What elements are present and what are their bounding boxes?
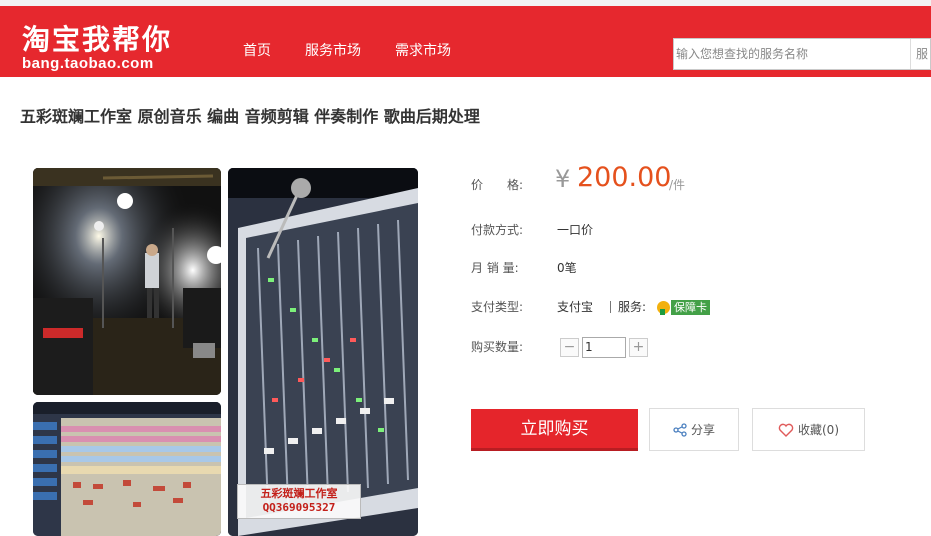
- pay-method-value: 一口价: [557, 223, 594, 237]
- pay-type-label: 支付类型:: [471, 300, 524, 314]
- quantity-label: 购买数量:: [471, 340, 524, 354]
- search-button[interactable]: 服: [910, 39, 931, 69]
- service-label: 服务:: [618, 300, 647, 314]
- separator: [610, 301, 611, 313]
- site-header: 淘宝我帮你 bang.taobao.com 首页 服务市场 需求市场 服: [0, 6, 931, 77]
- nav-item-service-market[interactable]: 服务市场: [305, 42, 361, 60]
- logo-text[interactable]: 淘宝我帮你: [22, 25, 172, 55]
- guarantee-icon: [657, 300, 670, 315]
- logo-domain[interactable]: bang.taobao.com: [22, 56, 154, 72]
- quantity-plus-button[interactable]: +: [629, 338, 648, 357]
- studio-watermark: 五彩斑斓工作室 QQ369095327: [237, 484, 361, 519]
- product-title: 五彩斑斓工作室 原创音乐 编曲 音频剪辑 伴奏制作 歌曲后期处理: [20, 107, 480, 126]
- product-photo-mixer[interactable]: 五彩斑斓工作室 QQ369095327: [228, 168, 418, 536]
- nav-item-home[interactable]: 首页: [243, 42, 271, 60]
- favorite-label: 收藏(0): [798, 423, 839, 437]
- price-unit: /件: [669, 178, 686, 192]
- guarantee-badge-label: 保障卡: [671, 299, 710, 315]
- price-value: 200.00: [577, 162, 672, 193]
- share-label: 分享: [690, 423, 715, 437]
- watermark-qq: QQ369095327: [262, 501, 336, 514]
- search-box: 服: [673, 38, 931, 70]
- product-photo-daw[interactable]: [33, 402, 221, 536]
- main-nav: 首页 服务市场 需求市场: [243, 42, 451, 60]
- nav-item-demand-market[interactable]: 需求市场: [395, 42, 451, 60]
- quantity-minus-button[interactable]: −: [560, 338, 579, 357]
- heart-icon: [778, 423, 794, 437]
- search-input[interactable]: [674, 39, 906, 69]
- quantity-stepper: − 1 +: [560, 337, 648, 358]
- monthly-sales-label: 月 销 量:: [471, 261, 519, 275]
- price-label: 价 格:: [471, 178, 524, 192]
- favorite-button[interactable]: 收藏(0): [752, 408, 865, 451]
- quantity-input[interactable]: 1: [582, 337, 626, 358]
- share-icon: [673, 422, 687, 437]
- price-currency: ¥: [555, 165, 571, 193]
- pay-type-value: 支付宝: [557, 300, 594, 314]
- guarantee-badge[interactable]: 保障卡: [657, 299, 710, 315]
- share-button[interactable]: 分享: [649, 408, 739, 451]
- monthly-sales-value: 0笔: [557, 261, 577, 275]
- buy-now-button[interactable]: 立即购买: [471, 409, 638, 451]
- watermark-studio-name: 五彩斑斓工作室: [260, 487, 338, 500]
- product-photo-stage[interactable]: [33, 168, 221, 395]
- pay-method-label: 付款方式:: [471, 223, 524, 237]
